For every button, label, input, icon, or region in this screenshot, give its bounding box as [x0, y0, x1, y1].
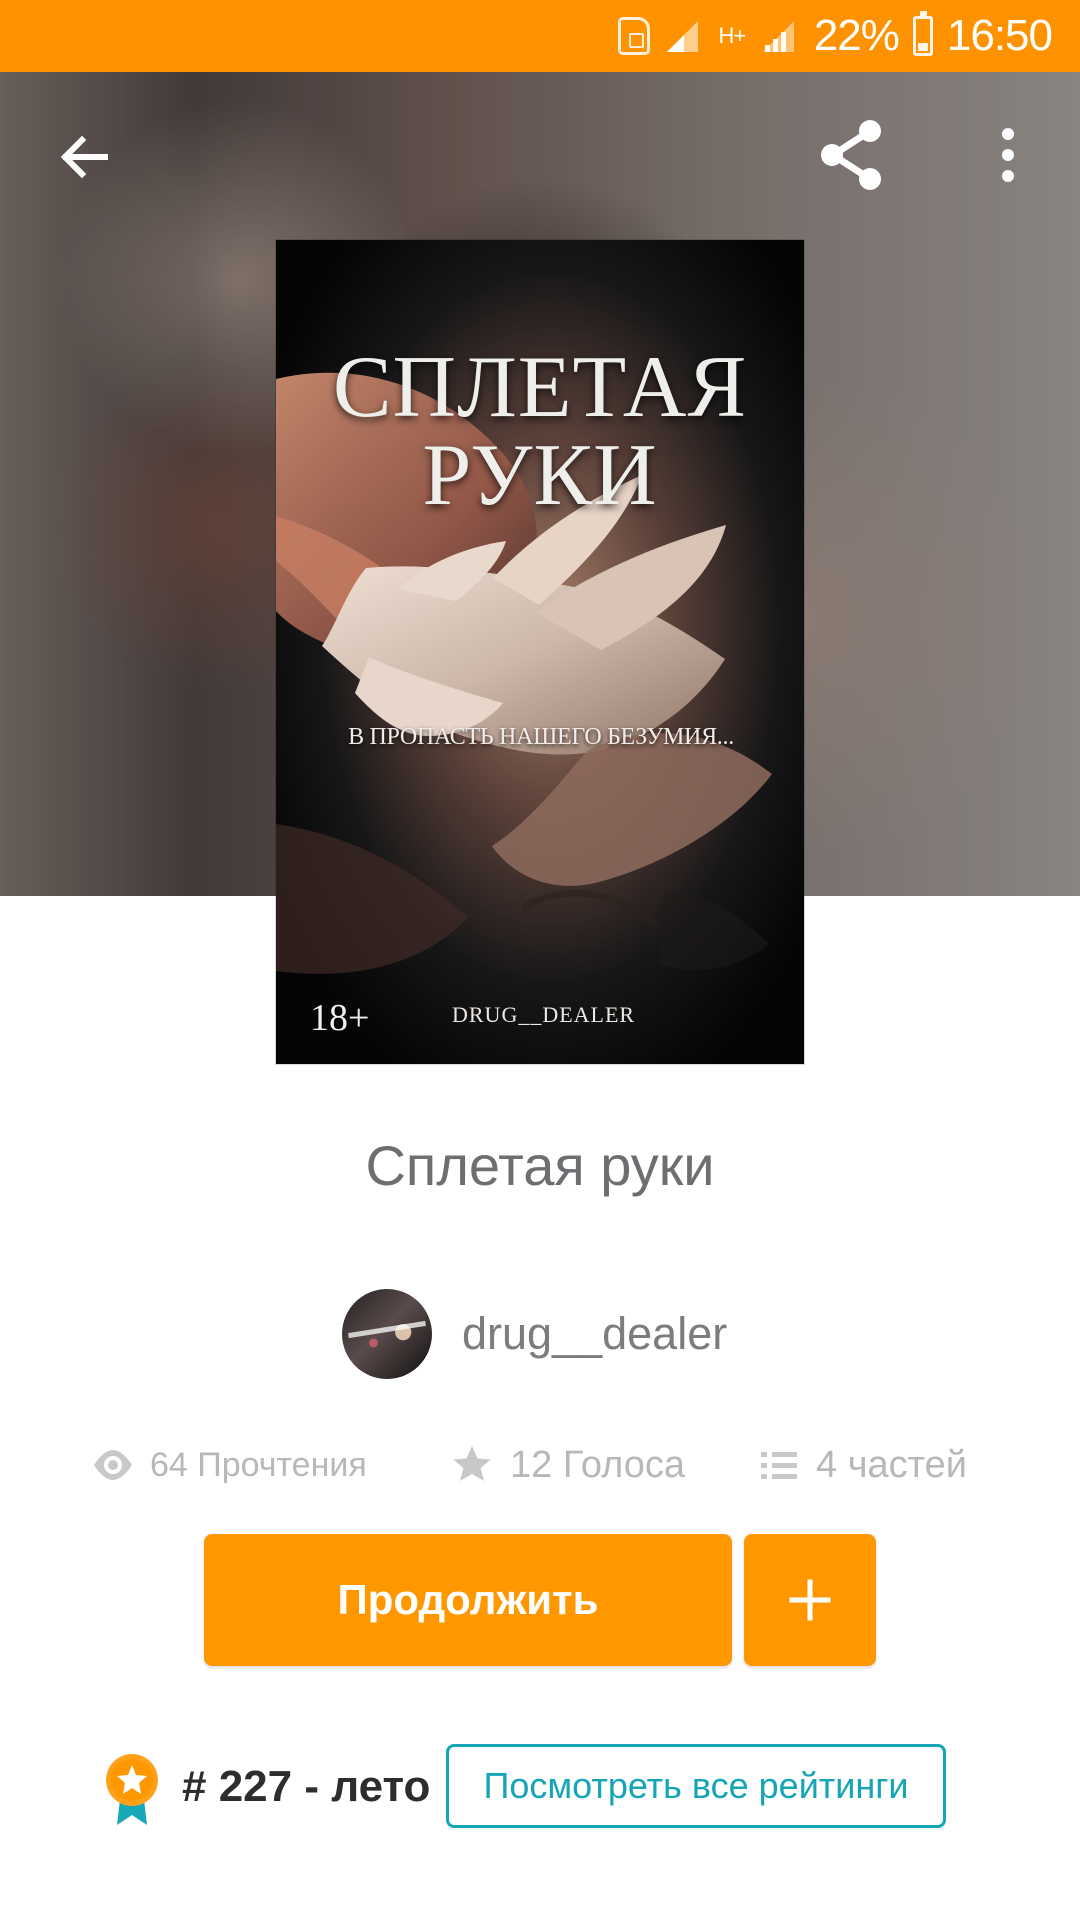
battery-percentage: 22% [813, 11, 900, 60]
parts-stat: 4 частей [758, 1436, 967, 1494]
ranking-row: # 227 - лето Посмотреть все рейтинги [104, 1744, 954, 1836]
share-button[interactable] [806, 110, 896, 200]
author-name[interactable]: drug__dealer [462, 1308, 727, 1360]
network-type: H+ [718, 23, 746, 48]
votes-count: 12 Голоса [510, 1443, 686, 1486]
book-cover: Сплетая руки В пропасть нашего безумия..… [276, 240, 804, 1064]
status-bar: H+ 22% 16:50 [0, 0, 1080, 72]
more-options-button[interactable] [963, 110, 1053, 200]
more-icon [1002, 128, 1014, 182]
star-icon [453, 1446, 491, 1481]
reads-stat: 64 Прочтения [92, 1436, 367, 1494]
plus-icon [789, 1579, 831, 1621]
top-app-bar [0, 72, 1080, 240]
story-detail-screen: H+ 22% 16:50 СПЛЕТАЯ РУКИ В ПРОПАСТЬ НАШ… [0, 0, 1080, 1920]
view-all-rankings-button[interactable]: Посмотреть все рейтинги [446, 1744, 946, 1828]
cover-age-rating: 18+ [310, 997, 370, 1039]
battery-icon [912, 11, 933, 56]
author-avatar[interactable] [342, 1289, 432, 1379]
author-link[interactable]: drug__dealer [342, 1288, 727, 1380]
status-icons: H+ 22% 16:50 [617, 11, 1053, 60]
parts-count: 4 частей [816, 1443, 967, 1486]
ranking-badge-icon [106, 1754, 158, 1825]
story-title: Сплетая руки [365, 1134, 715, 1197]
back-arrow-icon [60, 135, 108, 179]
votes-stat: 12 Голоса [450, 1436, 685, 1494]
back-button[interactable] [40, 112, 130, 202]
sim-card-icon [617, 17, 650, 55]
eye-icon [94, 1450, 132, 1480]
continue-reading-button[interactable]: Продолжить [204, 1534, 732, 1666]
share-icon [821, 120, 881, 190]
signal-icon [666, 21, 698, 52]
reads-count: 64 Прочтения [150, 1445, 367, 1484]
signal-strength-icon [762, 21, 794, 52]
cover-author: DRUG__DEALER [452, 1002, 636, 1027]
story-stats: 64 Прочтения 12 Голоса 4 частей [92, 1436, 992, 1494]
cover-title: Сплетая руки [332, 339, 748, 524]
clock: 16:50 [946, 11, 1053, 60]
add-to-library-button[interactable] [744, 1534, 876, 1666]
list-icon [761, 1452, 797, 1479]
ranking-text: # 227 - лето [182, 1762, 431, 1811]
cover-subtitle: В пропасть нашего безумия... [348, 724, 734, 750]
